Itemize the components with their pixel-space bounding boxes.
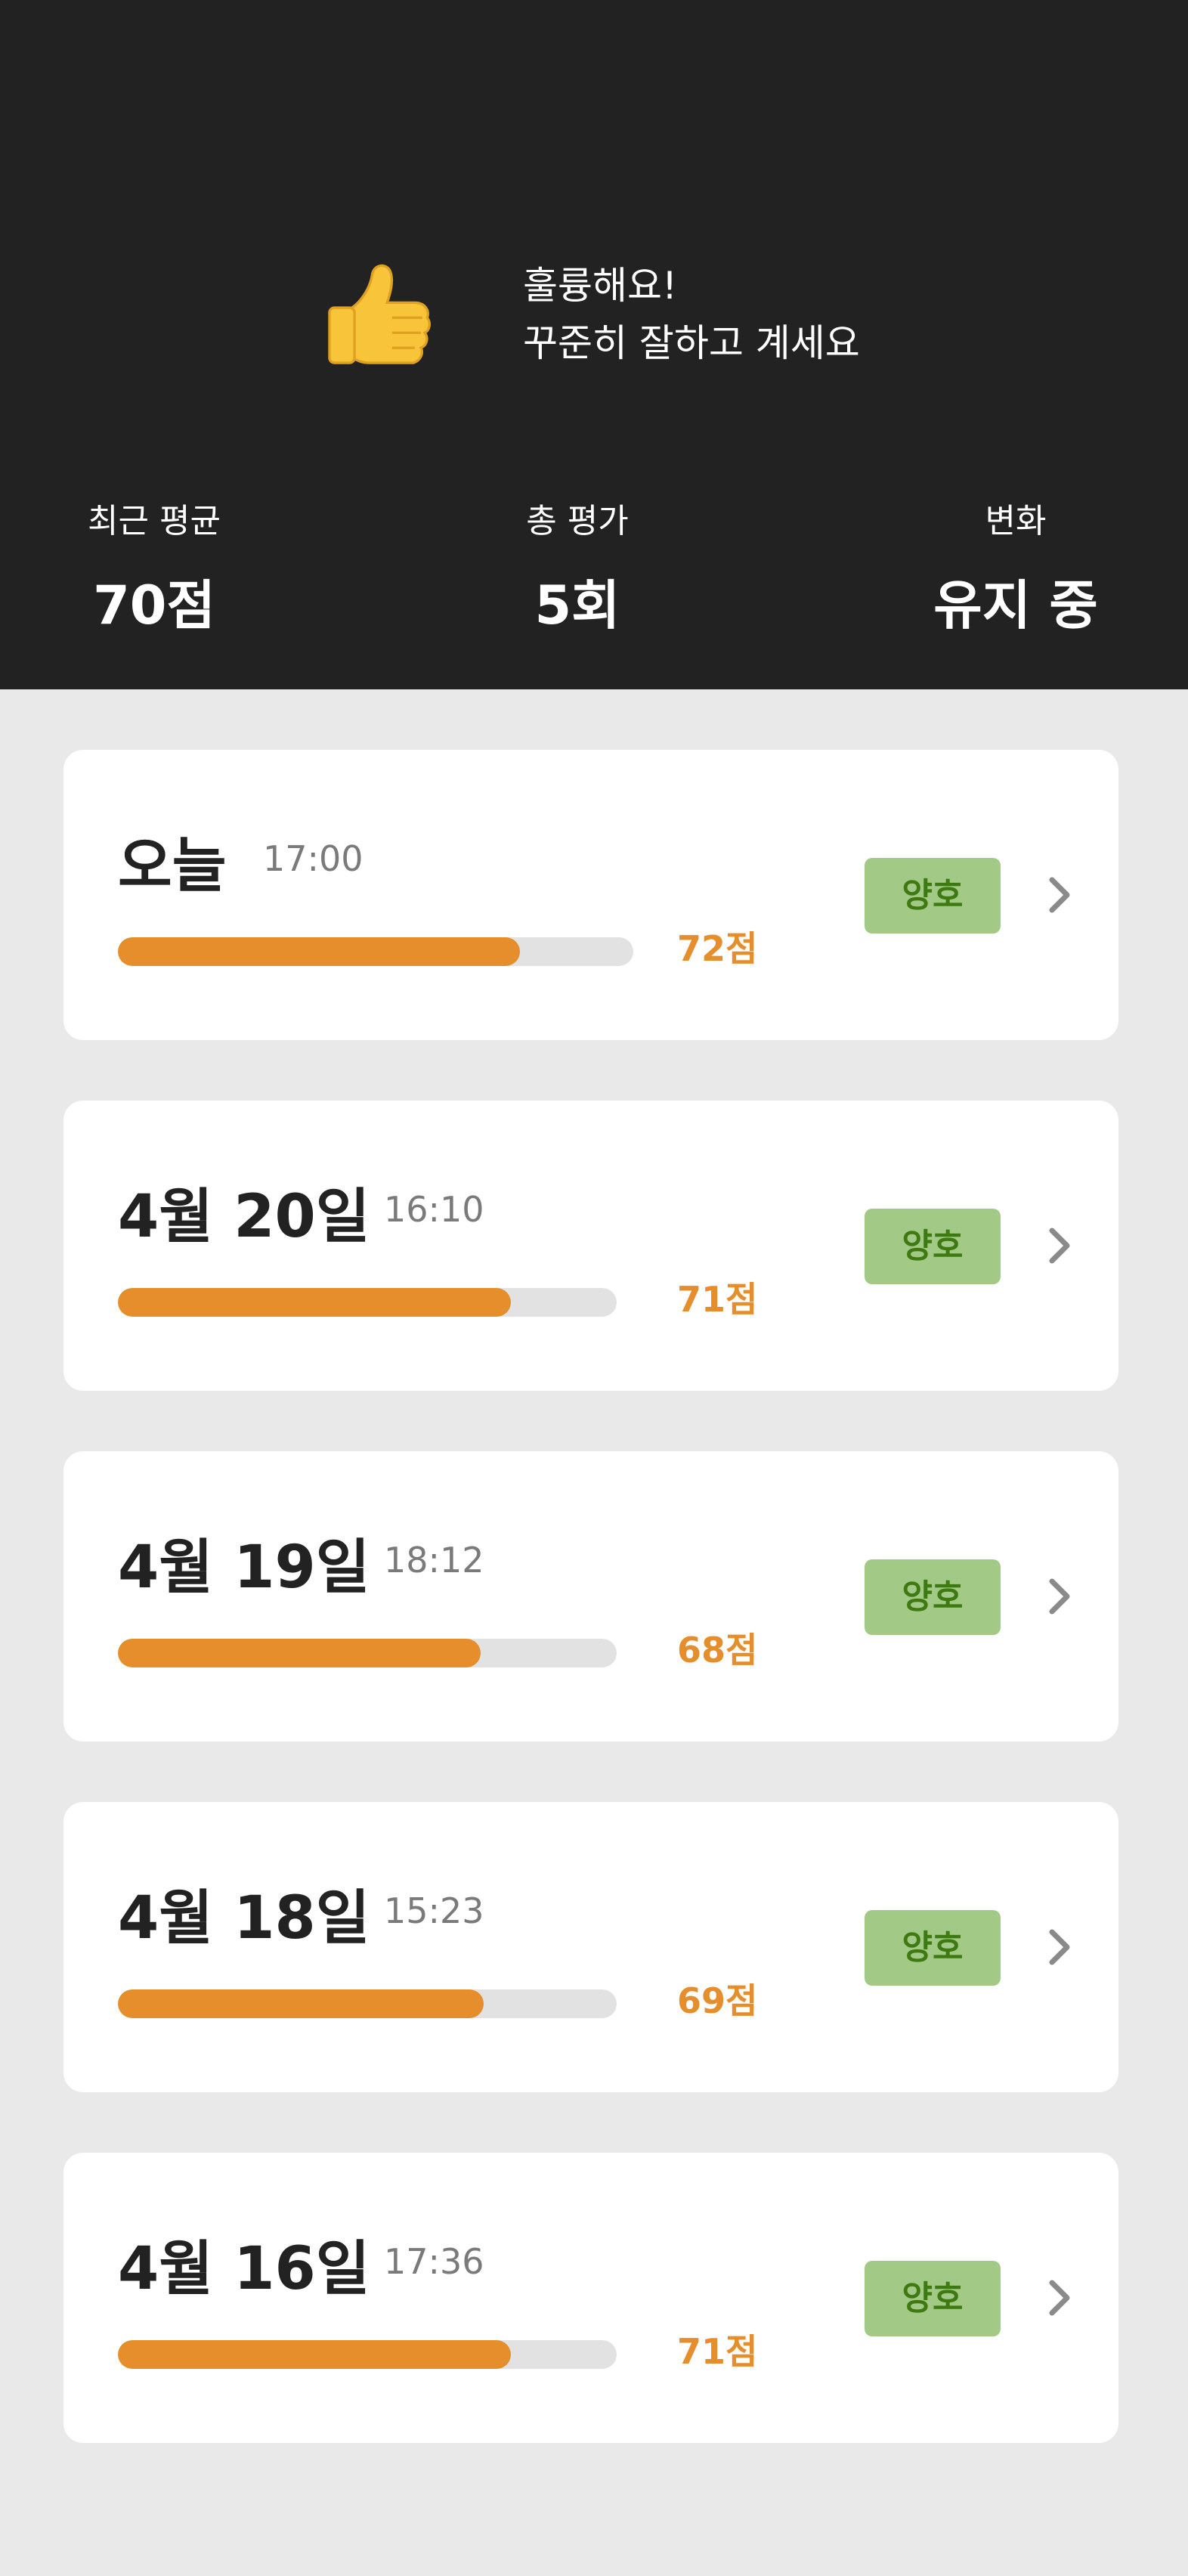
record-score: 72점 xyxy=(677,928,758,969)
status-badge: 양호 xyxy=(865,2261,1001,2336)
score-bar xyxy=(118,2340,617,2369)
status-badge: 양호 xyxy=(865,1559,1001,1635)
encouragement-subtitle: 꾸준히 잘하고 계세요 xyxy=(523,321,860,365)
status-badge: 양호 xyxy=(865,1209,1001,1284)
record-score: 68점 xyxy=(677,1630,758,1670)
score-bar-fill xyxy=(118,1639,481,1667)
stat-total: 총 평가 5회 xyxy=(441,499,713,639)
score-bar-fill xyxy=(118,2340,511,2369)
record-date: 4월 18일 xyxy=(118,1884,370,1952)
score-bar-fill xyxy=(118,937,520,966)
chevron-right-icon[interactable] xyxy=(1037,872,1082,918)
record-list: 오늘 17:00 72점 양호 4월 20일 16:10 71점 양호 4월 1… xyxy=(63,750,1118,2503)
score-bar xyxy=(118,1288,617,1317)
record-time: 17:00 xyxy=(263,838,364,879)
record-date: 4월 16일 xyxy=(118,2235,370,2303)
encouragement-message: 훌륭해요! 꾸준히 잘하고 계세요 xyxy=(523,257,860,372)
stat-change: 변화 유지 중 xyxy=(880,499,1152,639)
record-score: 71점 xyxy=(677,1279,758,1320)
record-date: 4월 19일 xyxy=(118,1534,370,1602)
stat-change-value: 유지 중 xyxy=(933,574,1098,636)
score-bar xyxy=(118,937,633,966)
record-card[interactable]: 오늘 17:00 72점 양호 xyxy=(63,750,1118,1040)
stat-average-label: 최근 평균 xyxy=(88,502,221,540)
chevron-right-icon[interactable] xyxy=(1037,2275,1082,2321)
record-time: 17:36 xyxy=(384,2241,484,2282)
record-score: 69점 xyxy=(677,1980,758,2021)
record-date: 오늘 xyxy=(118,832,227,900)
encouragement-title: 훌륭해요! xyxy=(523,264,678,308)
stat-average-value: 70점 xyxy=(93,574,215,636)
record-card[interactable]: 4월 20일 16:10 71점 양호 xyxy=(63,1101,1118,1391)
stat-total-label: 총 평가 xyxy=(526,502,629,540)
record-score: 71점 xyxy=(677,2331,758,2372)
record-card[interactable]: 4월 19일 18:12 68점 양호 xyxy=(63,1451,1118,1742)
status-badge: 양호 xyxy=(865,858,1001,933)
record-card[interactable]: 4월 18일 15:23 69점 양호 xyxy=(63,1802,1118,2092)
record-date: 4월 20일 xyxy=(118,1183,370,1251)
record-card[interactable]: 4월 16일 17:36 71점 양호 xyxy=(63,2153,1118,2443)
thumbs-up-icon xyxy=(328,264,431,364)
stat-average: 최근 평균 70점 xyxy=(18,499,290,639)
record-time: 16:10 xyxy=(384,1189,484,1230)
chevron-right-icon[interactable] xyxy=(1037,1223,1082,1268)
score-bar xyxy=(118,1639,617,1667)
summary-header: 훌륭해요! 꾸준히 잘하고 계세요 최근 평균 70점 총 평가 5회 변화 유… xyxy=(0,0,1188,689)
chevron-right-icon[interactable] xyxy=(1037,1924,1082,1970)
score-bar xyxy=(118,1989,617,2018)
chevron-right-icon[interactable] xyxy=(1037,1574,1082,1619)
score-bar-fill xyxy=(118,1288,511,1317)
status-badge: 양호 xyxy=(865,1910,1001,1986)
stat-total-value: 5회 xyxy=(534,574,620,636)
score-bar-fill xyxy=(118,1989,484,2018)
record-time: 18:12 xyxy=(384,1540,484,1581)
record-time: 15:23 xyxy=(384,1890,484,1931)
stat-change-label: 변화 xyxy=(985,502,1047,540)
